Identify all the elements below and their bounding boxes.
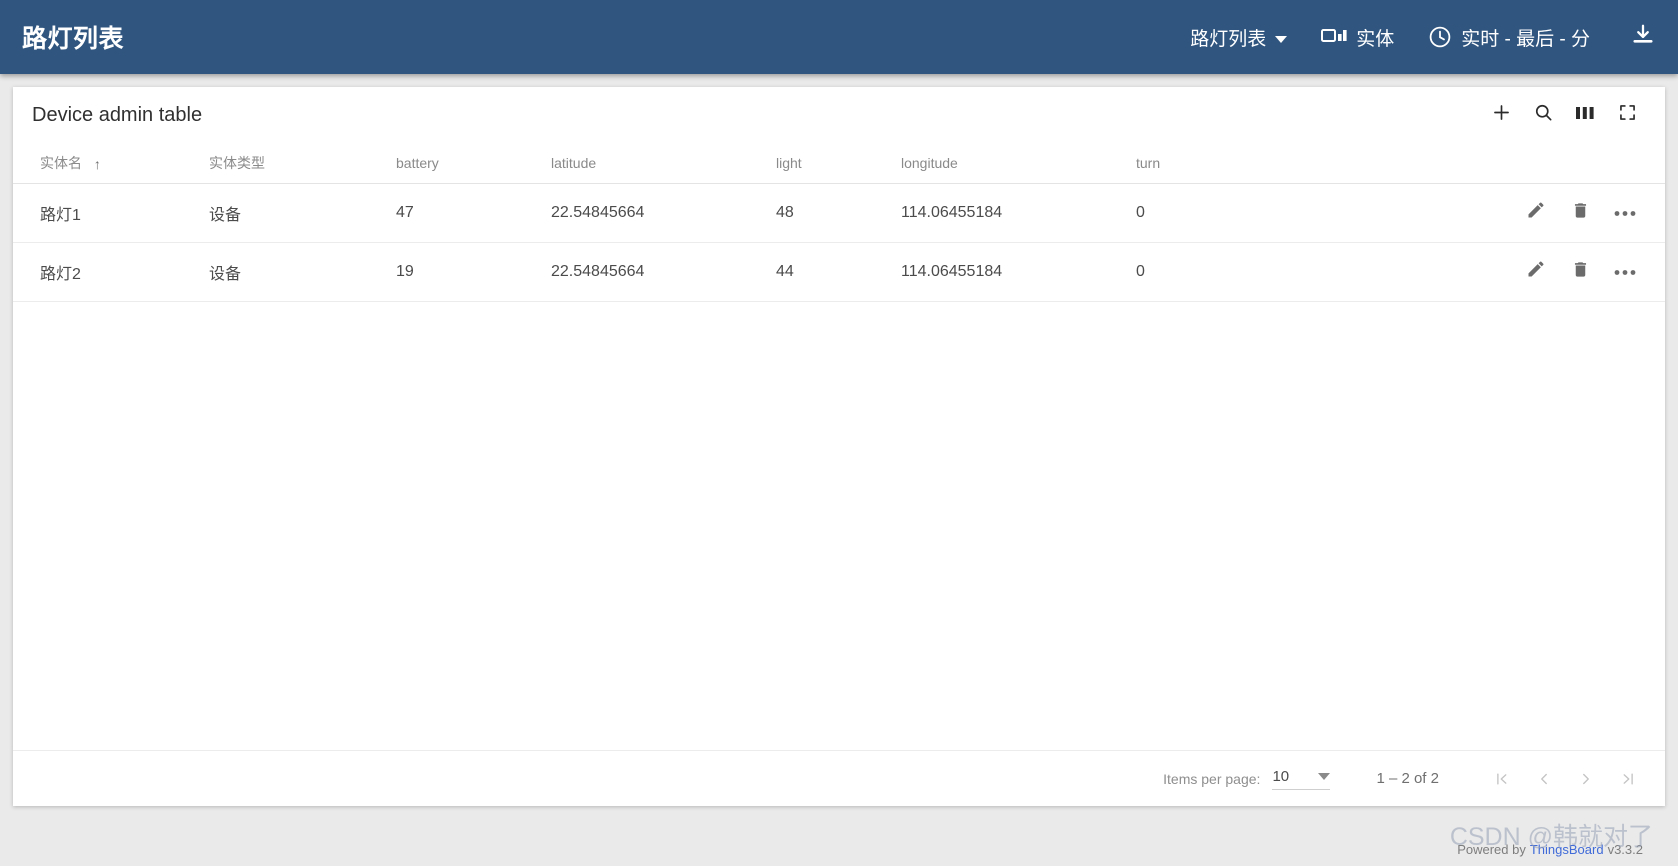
trash-icon: [1571, 201, 1590, 225]
more-horizontal-icon: [1614, 263, 1636, 281]
dashboard-footer: Powered by ThingsBoard v3.3.2 CSDN @韩就对了: [13, 806, 1665, 866]
columns-icon: [1575, 104, 1595, 127]
column-header-longitude[interactable]: longitude: [901, 143, 1136, 183]
cell-name: 路灯2: [13, 242, 209, 301]
search-icon: [1533, 102, 1554, 128]
cell-name: 路灯1: [13, 183, 209, 242]
cell-actions: [1386, 183, 1665, 242]
column-header-light[interactable]: light: [776, 143, 901, 183]
column-header-type[interactable]: 实体类型: [209, 143, 396, 183]
timewindow-label: 实时 - 最后 - 分: [1461, 24, 1590, 51]
thingsboard-version: v3.3.2: [1608, 842, 1643, 857]
sort-ascending-icon: ↑: [94, 156, 101, 172]
first-page-button[interactable]: [1481, 758, 1523, 800]
fullscreen-icon: [1617, 102, 1638, 128]
column-header-actions: [1386, 143, 1665, 183]
column-header-turn-label: turn: [1136, 155, 1160, 171]
cell-light: 48: [776, 183, 901, 242]
device-admin-table-widget: Device admin table: [13, 87, 1665, 806]
entities-table-element: 实体名 ↑ 实体类型 battery latitude: [13, 143, 1665, 302]
pencil-icon: [1526, 259, 1546, 284]
chevron-down-icon: [1318, 773, 1330, 780]
last-page-button[interactable]: [1607, 758, 1649, 800]
dashboard-state-label: 路灯列表: [1190, 24, 1266, 51]
column-header-latitude[interactable]: latitude: [551, 143, 776, 183]
delete-row-button[interactable]: [1561, 252, 1601, 292]
column-header-light-label: light: [776, 155, 802, 171]
page-title: 路灯列表: [22, 19, 124, 55]
column-header-battery-label: battery: [396, 155, 439, 171]
cell-latitude: 22.54845664: [551, 242, 776, 301]
cell-actions: [1386, 242, 1665, 301]
powered-by-label: Powered by: [1457, 842, 1526, 857]
thingsboard-link[interactable]: ThingsBoard: [1530, 842, 1604, 857]
table-paginator: Items per page: 10 1 – 2 of 2: [13, 750, 1665, 806]
timewindow-selector[interactable]: 实时 - 最后 - 分: [1428, 24, 1590, 51]
column-header-longitude-label: longitude: [901, 155, 958, 171]
cell-battery: 19: [396, 242, 551, 301]
items-per-page-label: Items per page:: [1163, 771, 1260, 787]
items-per-page-select[interactable]: 10: [1272, 768, 1330, 790]
delete-row-button[interactable]: [1561, 193, 1601, 233]
more-actions-button[interactable]: [1605, 252, 1645, 292]
top-toolbar: 路灯列表 路灯列表 实体 实时 - 最后 -: [0, 0, 1678, 74]
cell-battery: 47: [396, 183, 551, 242]
edit-row-button[interactable]: [1516, 252, 1556, 292]
cell-type: 设备: [209, 183, 396, 242]
devices-icon: [1321, 27, 1347, 47]
table-body: 路灯1 设备 47 22.54845664 48 114.06455184 0: [13, 183, 1665, 301]
next-page-button[interactable]: [1565, 758, 1607, 800]
chevron-left-icon: [1535, 770, 1553, 788]
more-horizontal-icon: [1614, 204, 1636, 222]
cell-latitude: 22.54845664: [551, 183, 776, 242]
more-actions-button[interactable]: [1605, 193, 1645, 233]
download-dashboard-button[interactable]: [1630, 22, 1656, 53]
table-row[interactable]: 路灯1 设备 47 22.54845664 48 114.06455184 0: [13, 183, 1665, 242]
column-header-latitude-label: latitude: [551, 155, 596, 171]
fullscreen-button[interactable]: [1607, 95, 1647, 135]
app-root: 路灯列表 路灯列表 实体 实时 - 最后 -: [0, 0, 1678, 866]
trash-icon: [1571, 260, 1590, 284]
column-header-battery[interactable]: battery: [396, 143, 551, 183]
column-header-type-label: 实体类型: [209, 155, 265, 171]
items-per-page-value: 10: [1272, 768, 1289, 785]
cell-light: 44: [776, 242, 901, 301]
column-header-name[interactable]: 实体名 ↑: [13, 143, 209, 183]
cell-type: 设备: [209, 242, 396, 301]
chevron-right-icon: [1577, 770, 1595, 788]
entity-selector-label: 实体: [1356, 24, 1394, 51]
cell-turn: 0: [1136, 183, 1386, 242]
entity-selector[interactable]: 实体: [1321, 24, 1394, 51]
entities-table: 实体名 ↑ 实体类型 battery latitude: [13, 143, 1665, 750]
table-row[interactable]: 路灯2 设备 19 22.54845664 44 114.06455184 0: [13, 242, 1665, 301]
clock-icon: [1428, 25, 1452, 49]
chevron-down-icon: [1275, 36, 1287, 43]
widget-title: Device admin table: [32, 104, 202, 127]
cell-longitude: 114.06455184: [901, 242, 1136, 301]
first-page-icon: [1493, 770, 1511, 788]
column-header-name-label: 实体名: [40, 155, 82, 171]
column-display-button[interactable]: [1565, 95, 1605, 135]
last-page-icon: [1619, 770, 1637, 788]
add-entity-button[interactable]: [1481, 95, 1521, 135]
table-header: 实体名 ↑ 实体类型 battery latitude: [13, 143, 1665, 183]
column-header-turn[interactable]: turn: [1136, 143, 1386, 183]
widget-header: Device admin table: [13, 87, 1665, 143]
previous-page-button[interactable]: [1523, 758, 1565, 800]
dashboard-content: Device admin table: [0, 74, 1678, 866]
dashboard-state-selector[interactable]: 路灯列表: [1181, 24, 1287, 51]
cell-turn: 0: [1136, 242, 1386, 301]
cell-longitude: 114.06455184: [901, 183, 1136, 242]
search-button[interactable]: [1523, 95, 1563, 135]
pencil-icon: [1526, 200, 1546, 225]
plus-icon: [1491, 102, 1512, 128]
pagination-range-label: 1 – 2 of 2: [1376, 770, 1439, 787]
edit-row-button[interactable]: [1516, 193, 1556, 233]
download-icon: [1630, 22, 1656, 53]
table-header-row: 实体名 ↑ 实体类型 battery latitude: [13, 143, 1665, 183]
